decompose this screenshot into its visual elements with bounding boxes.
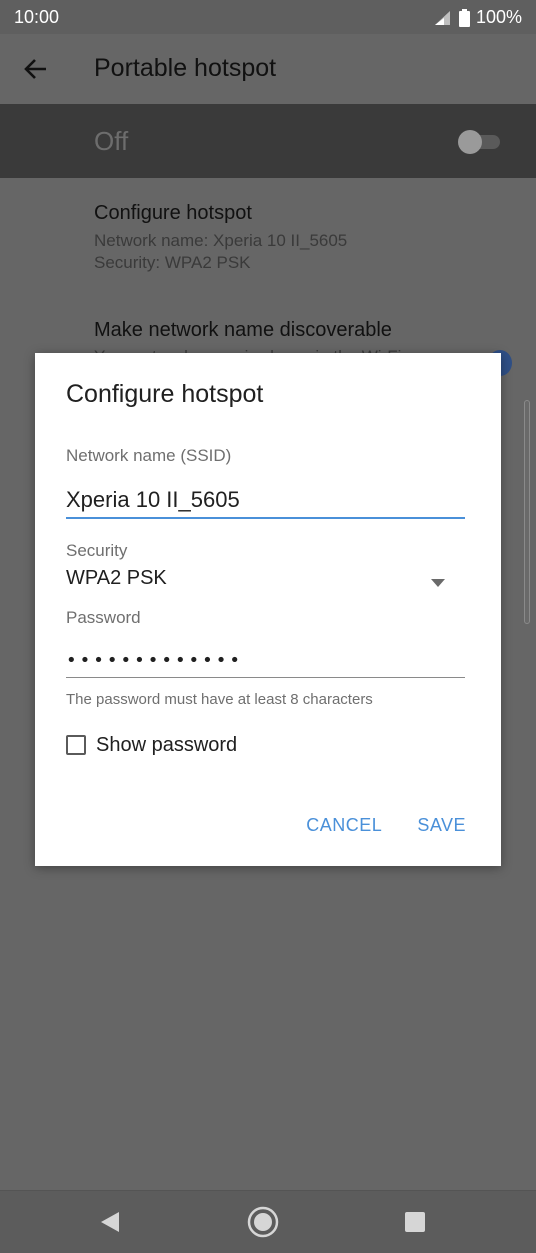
security-dropdown[interactable]: WPA2 PSK [66, 565, 465, 595]
ssid-label: Network name (SSID) [66, 446, 232, 465]
dialog-title: Configure hotspot [66, 380, 264, 408]
navigation-bar [0, 1190, 536, 1253]
configure-hotspot-dialog: Configure hotspot Network name (SSID) Se… [35, 353, 501, 866]
page-title: Portable hotspot [94, 54, 277, 82]
nav-recents-icon[interactable] [404, 1211, 426, 1233]
battery-percent: 100% [475, 7, 522, 27]
show-password-row[interactable]: Show password [66, 731, 237, 759]
dialog-actions: CANCEL SAVE [306, 815, 466, 836]
password-input[interactable] [66, 643, 465, 678]
save-button[interactable]: SAVE [417, 815, 466, 836]
nav-back-icon[interactable] [99, 1210, 121, 1234]
show-password-checkbox[interactable] [66, 735, 86, 755]
scrollbar[interactable] [524, 400, 530, 624]
status-bar: 10:00 100% [0, 0, 536, 34]
hotspot-toggle-row[interactable]: Off [0, 104, 536, 178]
status-time: 10:00 [14, 7, 60, 27]
app-bar: Portable hotspot [0, 34, 536, 104]
nav-home-icon[interactable] [246, 1205, 280, 1239]
configure-hotspot-title[interactable]: Configure hotspot [94, 202, 252, 225]
configure-network-line: Network name: Xperia 10 II_5605 [94, 231, 348, 250]
toggle-thumb [458, 130, 482, 154]
security-label: Security [66, 541, 128, 560]
hotspot-toggle-switch[interactable] [458, 130, 502, 154]
show-password-label: Show password [96, 733, 238, 756]
cancel-button[interactable]: CANCEL [306, 815, 382, 836]
battery-icon [458, 8, 470, 27]
password-label: Password [66, 608, 141, 627]
security-selected-value: WPA2 PSK [66, 567, 167, 589]
back-arrow-icon[interactable] [22, 55, 50, 83]
discoverable-title[interactable]: Make network name discoverable [94, 319, 392, 342]
signal-icon [433, 10, 453, 26]
password-hint: The password must have at least 8 charac… [66, 691, 373, 708]
ssid-input[interactable] [66, 483, 465, 519]
dropdown-arrow-icon [431, 574, 445, 587]
configure-security-line: Security: WPA2 PSK [94, 253, 251, 272]
status-icons: 100% [433, 7, 522, 28]
hotspot-toggle-label: Off [94, 126, 129, 156]
